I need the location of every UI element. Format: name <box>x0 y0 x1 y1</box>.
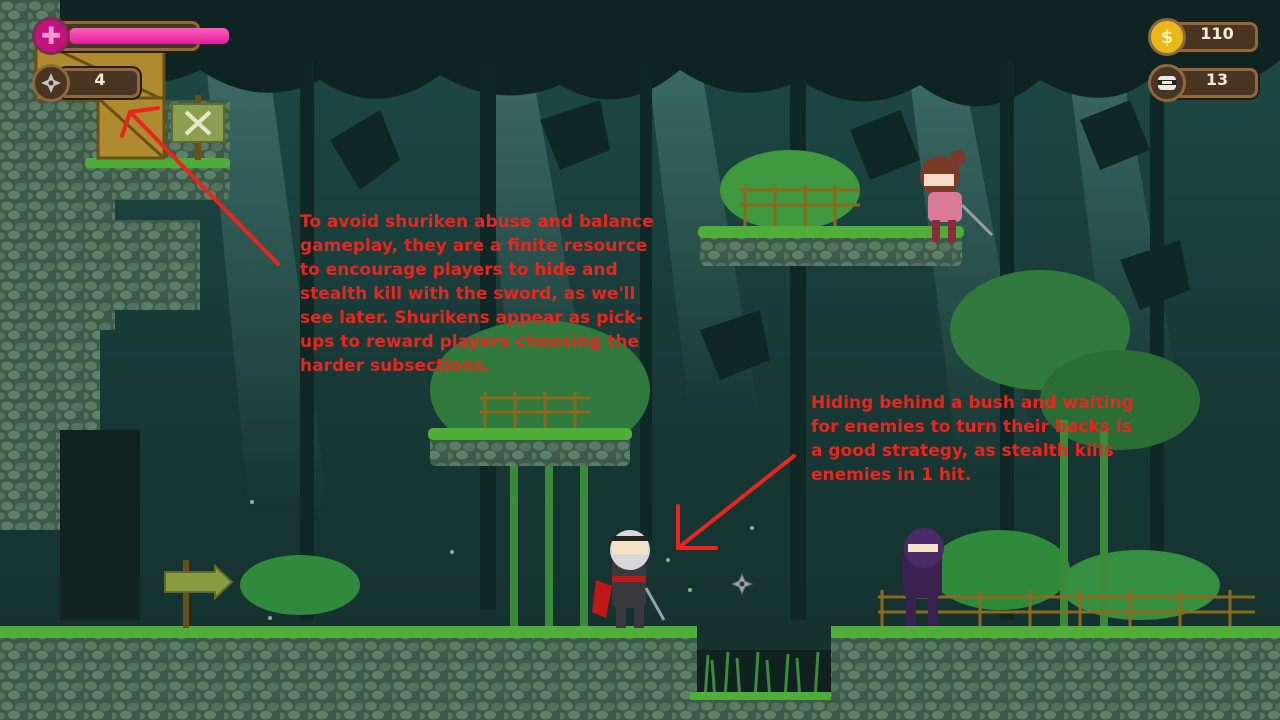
annotation-arrow-stealth <box>676 454 796 550</box>
plus-icon: ✚ <box>32 17 70 55</box>
shuriken-icon <box>32 64 70 102</box>
coin-icon: $ <box>1148 18 1186 56</box>
shuriken-count: 4 <box>94 70 106 89</box>
player-ninja <box>592 530 666 628</box>
coin-symbol: $ <box>1160 26 1174 48</box>
kills-count: 13 <box>1205 70 1229 89</box>
ground-right <box>831 590 1280 720</box>
arrow-signpost <box>164 560 234 628</box>
ninja-head-icon <box>1148 64 1186 102</box>
health-bar-fill <box>69 28 229 44</box>
stealth-annotation-text: Hiding behind a bush and waiting for ene… <box>811 393 1134 485</box>
shuriken-pickup <box>730 572 754 596</box>
shuriken-annotation-text: To avoid shuriken abuse and balance game… <box>300 212 654 376</box>
game-scene: ✚ 4 $ 110 13 To avoid shuriken abuse and… <box>0 0 1280 720</box>
ground-left <box>0 626 697 720</box>
coin-count: 110 <box>1200 24 1234 43</box>
pit <box>690 650 840 720</box>
